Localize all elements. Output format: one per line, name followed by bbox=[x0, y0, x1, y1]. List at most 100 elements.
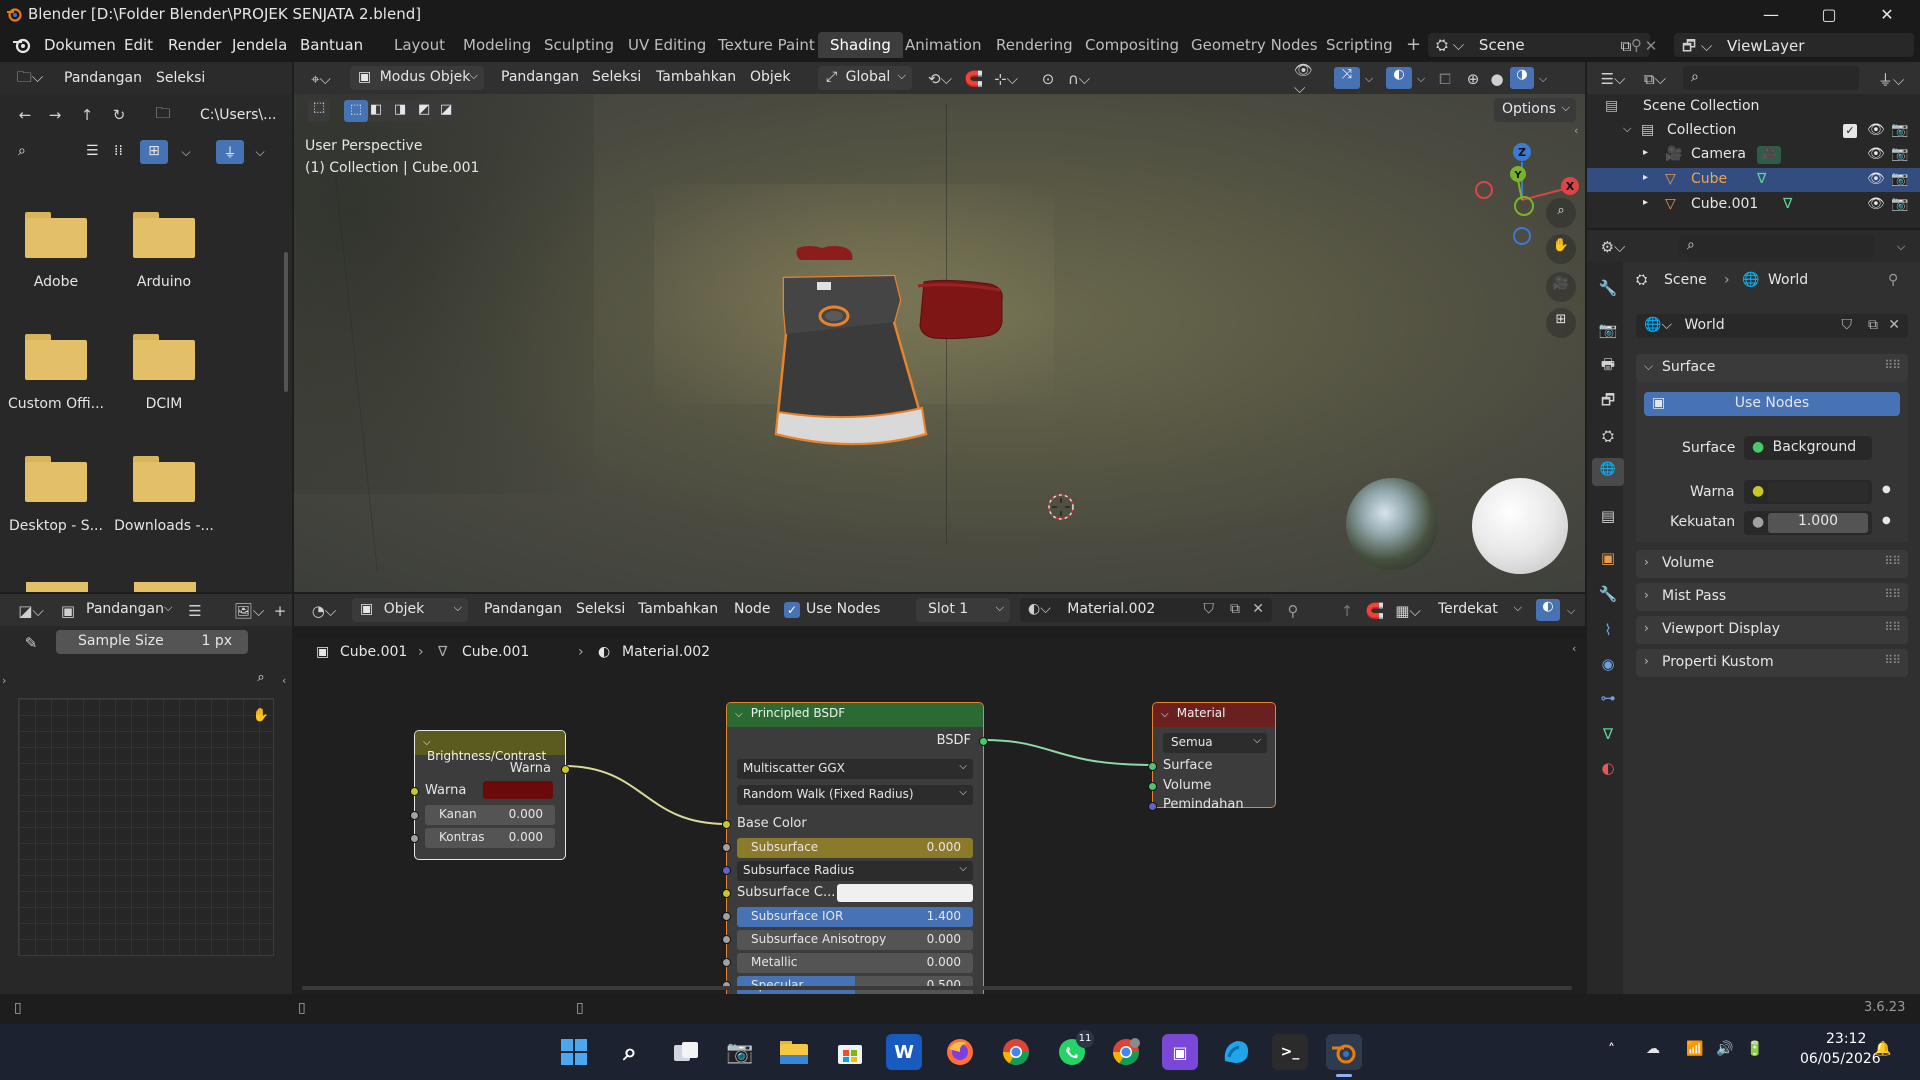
display-mode-group[interactable]: ☰ ⁞⁞ ⊞ bbox=[78, 140, 168, 164]
principled-bsdf-node[interactable]: ⌵ Principled BSDF BSDF Multiscatter GGX … bbox=[722, 702, 988, 994]
drag-handle-icon[interactable]: ⠿⠿ bbox=[1884, 554, 1901, 568]
eye-icon[interactable]: 👁 bbox=[1867, 146, 1885, 162]
node-menu-tambahkan[interactable]: Tambahkan bbox=[638, 601, 718, 617]
output-socket[interactable] bbox=[561, 765, 570, 774]
perspective-toggle-icon[interactable]: ⊞ bbox=[1546, 308, 1576, 338]
material-preview-shading-icon[interactable]: ◑ bbox=[1510, 67, 1534, 89]
node-snap-icon[interactable]: 🧲 bbox=[1364, 600, 1386, 622]
back-icon[interactable]: ← bbox=[14, 104, 36, 126]
close-button[interactable]: ✕ bbox=[1858, 0, 1916, 28]
surface-shader-field[interactable]: ● Background bbox=[1744, 436, 1872, 460]
view-layer-tab-icon[interactable]: 🗗 bbox=[1596, 390, 1620, 414]
fake-user-icon[interactable]: ⛉ bbox=[1842, 317, 1853, 333]
terminal-icon[interactable]: >_ bbox=[1272, 1034, 1308, 1070]
outliner-item-camera[interactable]: ▸ 🎥 Camera 🎥 👁 📷 bbox=[1587, 144, 1920, 166]
select-tool-icon[interactable]: ⬚ bbox=[308, 100, 330, 122]
world-tab-icon[interactable]: 🌐 bbox=[1592, 458, 1624, 486]
mist-pass-section-header[interactable]: › Mist Pass ⠿⠿ bbox=[1636, 583, 1908, 611]
strength-slider[interactable]: 1.000 bbox=[1768, 513, 1868, 533]
parent-folder-icon[interactable]: ↑ bbox=[76, 104, 98, 126]
delete-scene-icon[interactable]: ✕ bbox=[1641, 36, 1661, 56]
snap-icon[interactable]: 🧲 bbox=[962, 68, 986, 90]
material-selector[interactable]: ◐⌵ Material.002 ⛉ ⧉ ✕ bbox=[1020, 598, 1272, 622]
menu-dokumen[interactable]: Dokumen bbox=[44, 36, 116, 54]
slot-dropdown[interactable]: Slot 1 ⌵ bbox=[916, 598, 1010, 622]
world-color-field[interactable]: ● bbox=[1744, 480, 1872, 504]
forward-icon[interactable]: → bbox=[44, 104, 66, 126]
scene-tab-icon[interactable]: ⛭ bbox=[1596, 424, 1620, 448]
drag-handle-icon[interactable]: ⠿⠿ bbox=[1884, 358, 1901, 372]
maximize-button[interactable]: ▢ bbox=[1800, 0, 1858, 28]
file-menu-seleksi[interactable]: Seleksi bbox=[156, 70, 205, 86]
pin-icon[interactable]: ⚲ bbox=[1888, 272, 1898, 288]
filter-icon[interactable]: ⏚⌵ bbox=[1873, 68, 1909, 90]
subsurface-anisotropy-field[interactable]: Subsurface Anisotropy 0.000 bbox=[737, 930, 973, 950]
input-socket[interactable] bbox=[1148, 802, 1157, 811]
tab-geometry-nodes[interactable]: Geometry Nodes bbox=[1179, 32, 1330, 58]
use-nodes-button[interactable]: ▣ Use Nodes bbox=[1644, 392, 1900, 416]
tab-texture-paint[interactable]: Texture Paint bbox=[706, 32, 827, 58]
camera-view-icon[interactable]: 🎥 bbox=[1546, 272, 1576, 302]
viewport-menu-tambahkan[interactable]: Tambahkan bbox=[656, 69, 736, 85]
microsoft-store-icon[interactable] bbox=[832, 1034, 868, 1070]
wireframe-shading-icon[interactable]: ⊕ bbox=[1462, 68, 1484, 90]
select-new-icon[interactable]: ⬚ bbox=[344, 100, 368, 122]
collapse-chevron-icon[interactable]: ⌵ bbox=[1161, 709, 1169, 720]
output-socket[interactable] bbox=[979, 737, 988, 746]
notification-bell-icon[interactable]: 🔔 bbox=[1874, 1041, 1891, 1057]
gizmo-chevron-icon[interactable]: ⌵ bbox=[1362, 68, 1376, 90]
distribution-dropdown[interactable]: Multiscatter GGX ⌵ bbox=[737, 759, 973, 779]
blender-taskbar-icon[interactable] bbox=[1326, 1034, 1362, 1070]
menu-bantuan[interactable]: Bantuan bbox=[300, 36, 363, 54]
expand-chevron-icon[interactable]: ⌵ bbox=[1623, 122, 1631, 136]
viewport-menu-seleksi[interactable]: Seleksi bbox=[592, 69, 641, 85]
eyedropper-icon[interactable]: ✎ bbox=[20, 632, 42, 654]
render-camera-icon[interactable]: 📷 bbox=[1891, 196, 1908, 212]
axe-model[interactable] bbox=[754, 244, 1084, 454]
chevron-down-icon[interactable]: ⌵ bbox=[164, 601, 172, 615]
bright-field[interactable]: Kanan 0.000 bbox=[425, 805, 555, 825]
minimize-button[interactable]: — bbox=[1742, 0, 1800, 28]
custom-properties-section-header[interactable]: › Properti Kustom ⠿⠿ bbox=[1636, 649, 1908, 677]
falloff-icon[interactable]: ∩⌵ bbox=[1064, 68, 1094, 90]
select-mode-group[interactable]: ⬚ ◧ ◨ ◩ ◪ bbox=[344, 100, 460, 122]
drag-handle-icon[interactable]: ⠿⠿ bbox=[1884, 653, 1901, 667]
folder-item[interactable]: Adobe bbox=[6, 212, 106, 290]
new-image-icon[interactable]: + bbox=[270, 600, 290, 622]
camera-app-icon[interactable]: 📷 bbox=[722, 1034, 758, 1070]
input-socket[interactable] bbox=[1148, 762, 1157, 771]
select-intersect-icon[interactable]: ◪ bbox=[440, 102, 452, 117]
physics-tab-icon[interactable]: ◉ bbox=[1596, 652, 1620, 676]
viewport-menu-objek[interactable]: Objek bbox=[750, 69, 791, 85]
toolbar-expand-icon[interactable]: › bbox=[2, 674, 10, 688]
particles-tab-icon[interactable]: ⌇ bbox=[1596, 618, 1620, 642]
node-header[interactable]: ⌵ Material bbox=[1153, 703, 1275, 727]
pan-hand-icon[interactable]: ✋ bbox=[1546, 234, 1576, 264]
node-header[interactable]: ⌵ Principled BSDF bbox=[727, 703, 983, 727]
volume-icon[interactable]: 🔊 bbox=[1716, 1041, 1733, 1057]
input-socket[interactable] bbox=[722, 889, 731, 898]
collapse-chevron-icon[interactable]: ⌵ bbox=[735, 709, 743, 720]
input-socket[interactable] bbox=[722, 866, 731, 875]
snap-target-icon[interactable]: ⊹⌵ bbox=[990, 68, 1022, 90]
material-browse-icon[interactable]: ◐⌵ bbox=[1028, 601, 1051, 617]
unlink-world-icon[interactable]: ✕ bbox=[1888, 317, 1900, 333]
options-dropdown[interactable]: Options ⌵ bbox=[1494, 98, 1576, 122]
shader-type-dropdown[interactable]: ▣ Objek ⌵ bbox=[352, 598, 468, 622]
object-tab-icon[interactable]: ▣ bbox=[1596, 546, 1620, 570]
pan-hand-icon[interactable]: ✋ bbox=[248, 708, 274, 734]
transform-orientation-dropdown[interactable]: ⤢ Global ⌵ bbox=[818, 66, 912, 90]
outliner-root-row[interactable]: ▤ Scene Collection bbox=[1587, 96, 1920, 118]
properties-editor-type-icon[interactable]: ⚙⌵ bbox=[1595, 236, 1631, 258]
outliner-search-field[interactable]: ⌕ bbox=[1683, 66, 1859, 90]
tab-modeling[interactable]: Modeling bbox=[451, 32, 543, 58]
display-chevron-icon[interactable]: ⌵ bbox=[178, 142, 194, 162]
input-socket[interactable] bbox=[410, 834, 419, 843]
tab-layout[interactable]: Layout bbox=[382, 32, 457, 58]
use-nodes-checkbox[interactable]: ✓ bbox=[784, 602, 800, 618]
sidebar-toggle-icon[interactable]: ‹ bbox=[1574, 124, 1584, 138]
world-browse-icon[interactable]: 🌐⌵ bbox=[1644, 317, 1672, 333]
tab-animation[interactable]: Animation bbox=[893, 32, 993, 58]
subsurface-color-swatch[interactable] bbox=[837, 884, 973, 902]
new-scene-icon[interactable]: ⧉ bbox=[1616, 36, 1636, 56]
